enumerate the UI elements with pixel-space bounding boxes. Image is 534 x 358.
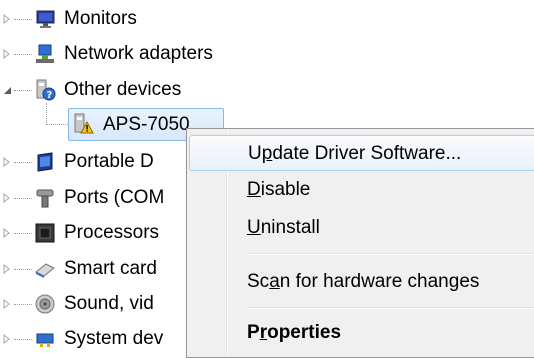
tree-connector — [14, 162, 32, 163]
svg-text:?: ? — [47, 90, 53, 101]
processor-icon — [34, 222, 56, 244]
warning-device-icon — [72, 113, 94, 135]
expand-arrow-icon[interactable] — [0, 289, 14, 319]
menu-item-text: isable — [260, 179, 311, 200]
menu-item-update-driver[interactable]: Update Driver Software... — [189, 135, 534, 171]
menu-item-properties[interactable]: Properties — [189, 315, 534, 351]
menu-item-text: Sc — [247, 271, 270, 292]
tree-item-label[interactable]: Processors — [64, 218, 159, 248]
tree-connector — [46, 103, 47, 125]
unknown-device-icon: ? — [34, 79, 56, 101]
tree-connector — [14, 304, 32, 305]
menu-item-text: P — [247, 322, 260, 343]
tree-item-label[interactable]: System dev — [64, 324, 163, 354]
menu-item-text: date Driver Software... — [272, 143, 462, 164]
tree-connector — [14, 198, 32, 199]
network-adapter-icon — [34, 43, 56, 65]
menu-accelerator: r — [259, 322, 268, 343]
tree-connector — [14, 269, 32, 270]
menu-item-uninstall[interactable]: Uninstall — [189, 210, 534, 246]
menu-item-scan-hardware[interactable]: Scan for hardware changes — [189, 264, 534, 300]
tree-item-label[interactable]: Portable D — [64, 147, 154, 177]
expand-arrow-icon[interactable] — [0, 183, 14, 213]
collapse-arrow-icon[interactable] — [0, 75, 14, 105]
menu-item-text: operties — [267, 322, 342, 343]
context-menu: Update Driver Software... Disable Uninst… — [186, 128, 534, 358]
expand-arrow-icon[interactable] — [0, 254, 14, 284]
tree-connector — [14, 339, 32, 340]
sound-icon — [34, 293, 56, 315]
menu-item-text: n for hardware changes — [279, 271, 480, 292]
menu-item-disable[interactable]: Disable — [189, 172, 534, 208]
expand-arrow-icon[interactable] — [0, 39, 14, 69]
tree-connector — [14, 233, 32, 234]
smart-card-icon — [34, 258, 56, 280]
expand-arrow-icon[interactable] — [0, 324, 14, 354]
menu-accelerator: p — [261, 143, 273, 164]
tree-item-label[interactable]: APS-7050 — [103, 110, 190, 140]
menu-separator — [247, 307, 534, 309]
menu-accelerator: a — [269, 271, 280, 292]
port-icon — [34, 187, 56, 209]
expand-arrow-icon[interactable] — [0, 147, 14, 177]
menu-separator — [247, 253, 534, 255]
expand-arrow-icon[interactable] — [0, 218, 14, 248]
tree-item-label[interactable]: Ports (COM — [64, 183, 164, 213]
menu-accelerator: U — [247, 217, 261, 238]
tree-item-label[interactable]: Sound, vid — [64, 289, 154, 319]
tree-item-label[interactable]: Other devices — [64, 75, 181, 105]
menu-accelerator: D — [247, 179, 261, 200]
tree-connector — [14, 54, 32, 55]
portable-device-icon — [34, 151, 56, 173]
monitor-icon — [34, 8, 56, 30]
tree-item-label[interactable]: Monitors — [64, 4, 137, 34]
tree-item-label[interactable]: Smart card — [64, 254, 157, 284]
expand-arrow-icon[interactable] — [0, 4, 14, 34]
menu-item-text: U — [248, 143, 262, 164]
system-device-icon — [34, 328, 56, 350]
menu-item-text: ninstall — [260, 217, 320, 238]
tree-connector — [14, 90, 32, 91]
tree-item-label[interactable]: Network adapters — [64, 39, 213, 69]
tree-connector — [46, 124, 70, 125]
tree-connector — [14, 19, 32, 20]
